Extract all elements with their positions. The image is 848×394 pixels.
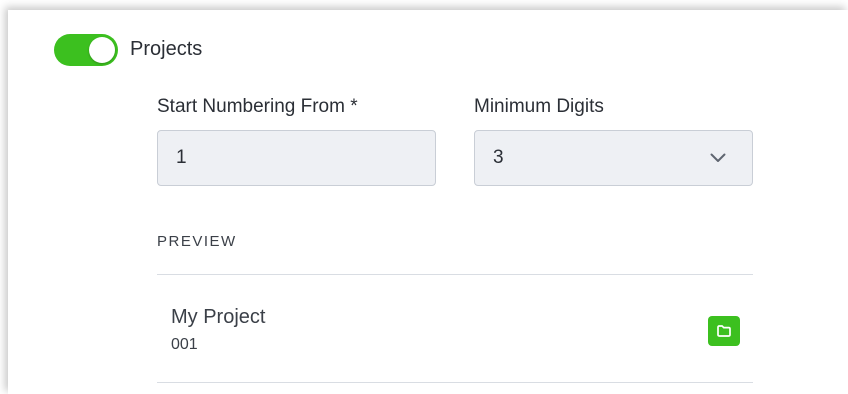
toggle-knob <box>89 37 115 63</box>
preview-heading: PREVIEW <box>157 233 237 250</box>
chevron-down-icon <box>710 153 726 162</box>
preview-item-name: My Project <box>171 306 266 328</box>
minimum-digits-value: 3 <box>493 147 504 168</box>
preview-divider-top <box>157 274 753 275</box>
start-numbering-input[interactable]: 1 <box>157 130 436 186</box>
start-numbering-label: Start Numbering From * <box>157 96 358 117</box>
start-numbering-value: 1 <box>176 147 187 168</box>
preview-divider-bottom <box>157 382 753 383</box>
settings-panel: Projects Start Numbering From * 1 Minimu… <box>8 10 848 394</box>
minimum-digits-label: Minimum Digits <box>474 96 604 117</box>
projects-toggle[interactable] <box>54 34 118 66</box>
projects-toggle-label: Projects <box>130 38 203 60</box>
preview-item-number: 001 <box>171 336 198 353</box>
minimum-digits-select[interactable]: 3 <box>474 130 753 186</box>
folder-badge[interactable] <box>708 316 740 346</box>
folder-icon <box>717 325 731 337</box>
